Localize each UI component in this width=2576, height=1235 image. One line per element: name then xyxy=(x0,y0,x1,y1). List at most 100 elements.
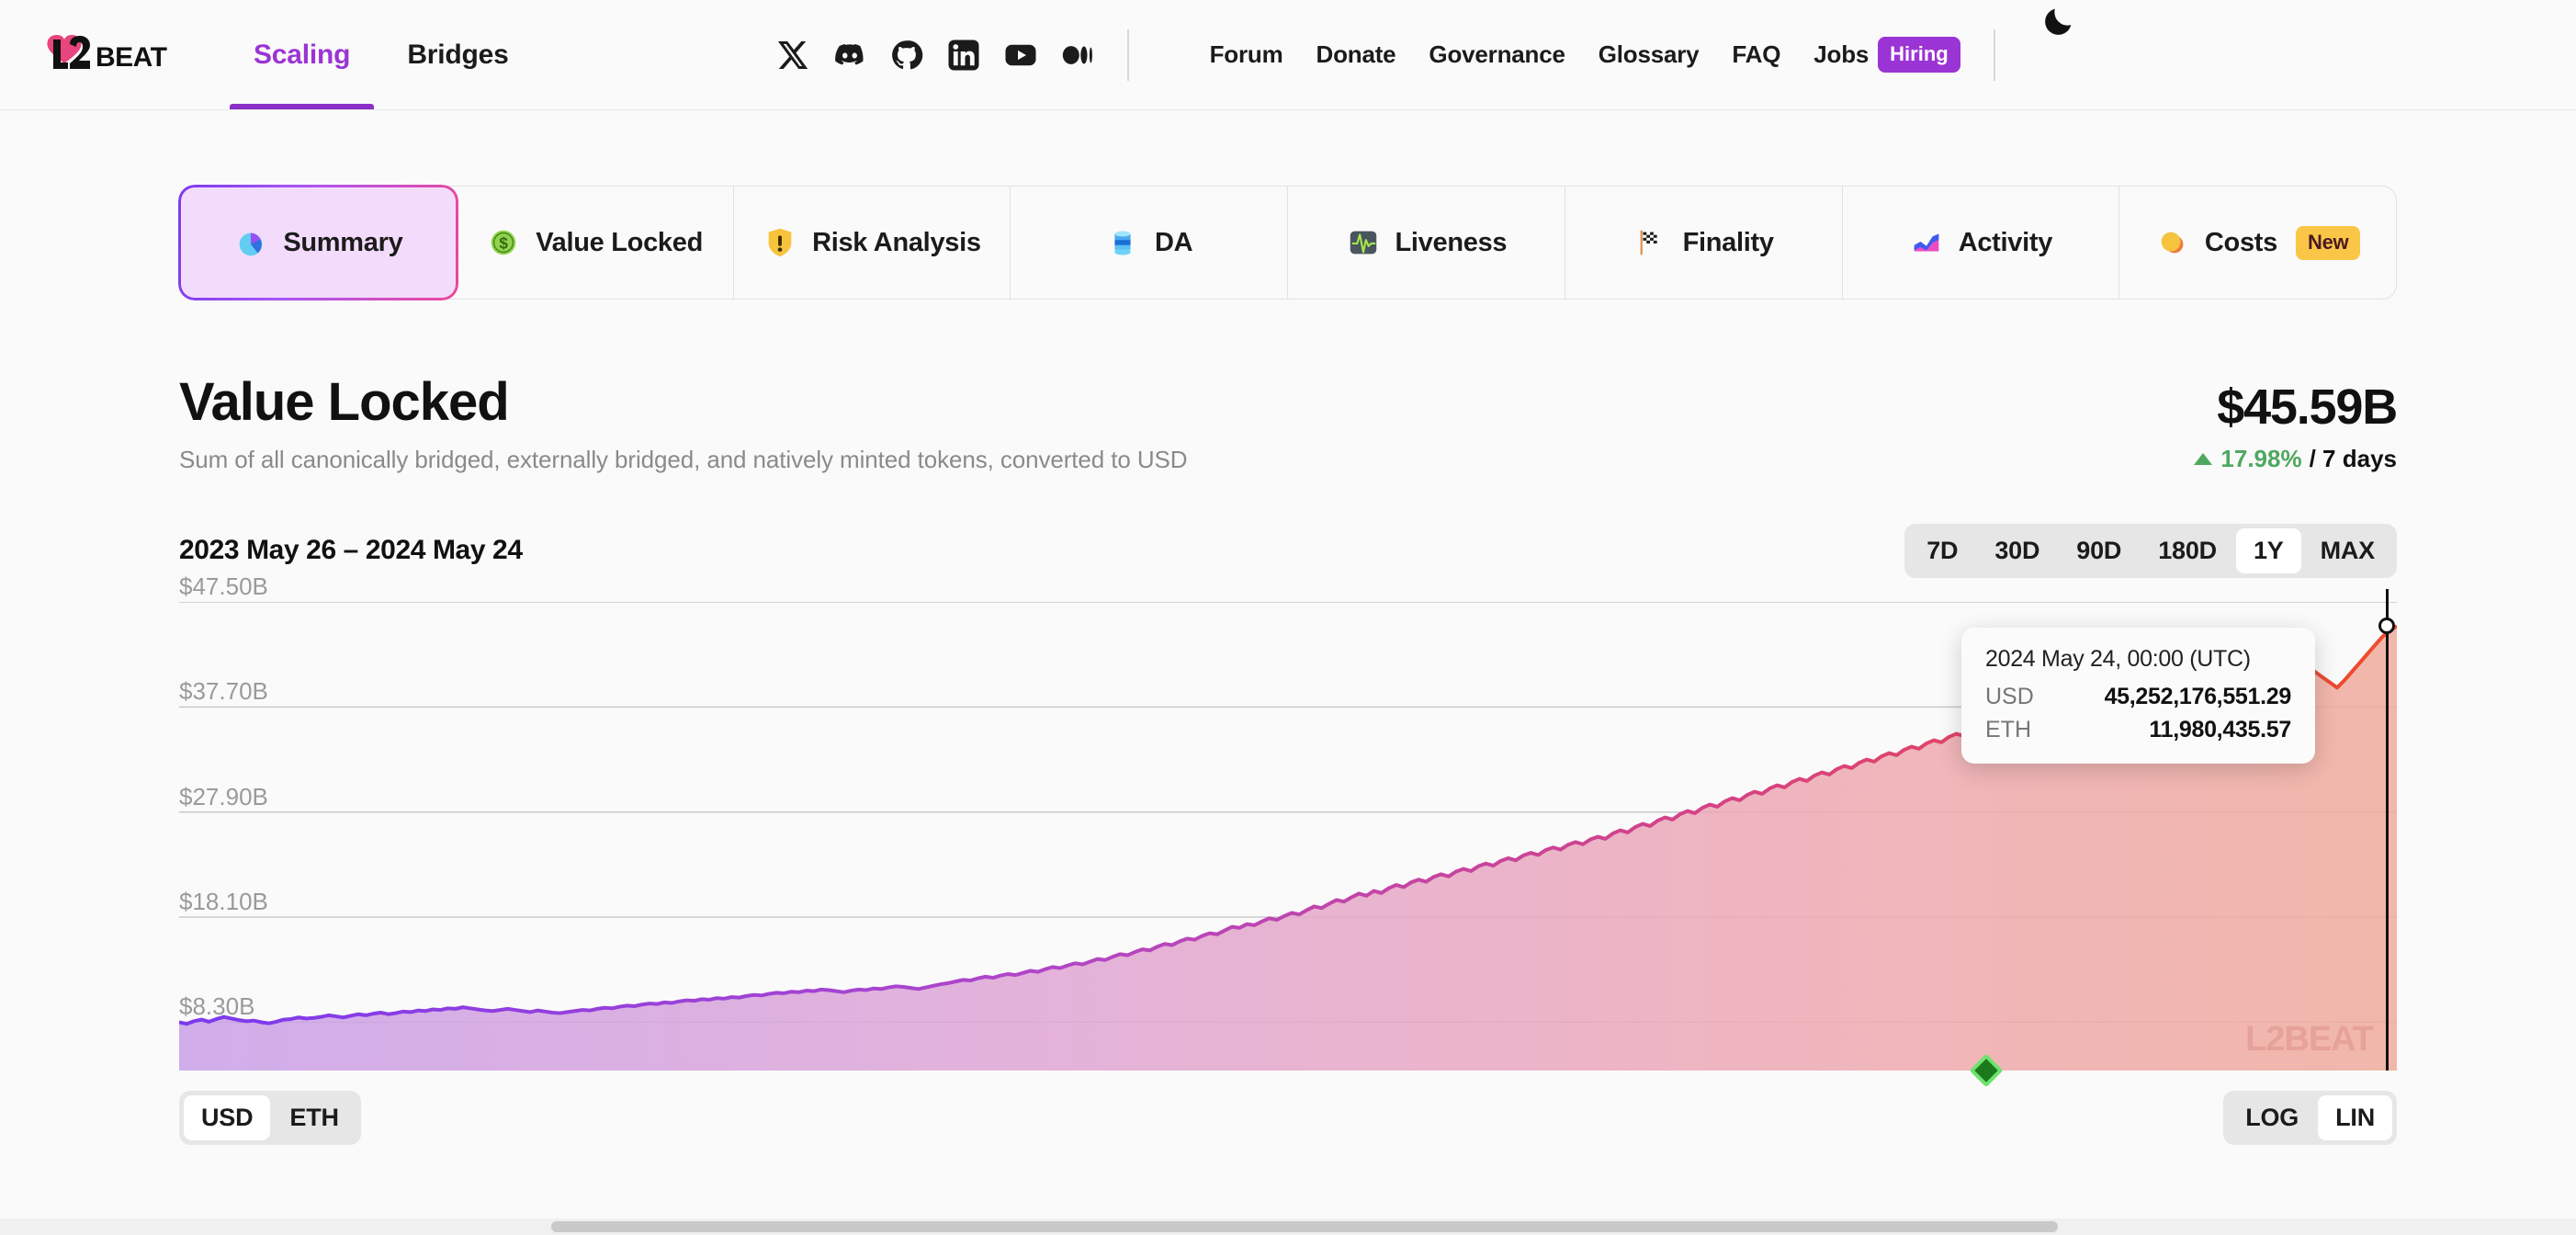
chart-cursor-point xyxy=(2378,618,2395,634)
change-period-label: / 7 days xyxy=(2310,445,2397,473)
tab-activity[interactable]: Activity xyxy=(1843,187,2120,299)
tooltip-row-eth: ETH 11,980,435.57 xyxy=(1985,717,2291,743)
svg-text:BEAT: BEAT xyxy=(96,42,167,73)
tab-da-label: DA xyxy=(1155,228,1192,258)
y-axis-label: $27.90B xyxy=(179,783,268,811)
tooltip-date: 2024 May 24, 00:00 (UTC) xyxy=(1985,646,2291,673)
unit-option-usd[interactable]: USD xyxy=(184,1095,270,1140)
tab-activity-label: Activity xyxy=(1959,228,2052,258)
scrollbar-thumb[interactable] xyxy=(551,1221,2058,1232)
nav-link-glossary[interactable]: Glossary xyxy=(1582,40,1716,69)
range-option-7d[interactable]: 7D xyxy=(1909,528,1975,573)
tab-costs-label: Costs xyxy=(2205,228,2277,258)
dollar-coin-icon: $ xyxy=(486,225,521,260)
hiring-badge[interactable]: Hiring xyxy=(1878,37,1960,73)
pulse-icon xyxy=(1346,225,1381,260)
chart-date-range: 2023 May 26 – 2024 May 24 xyxy=(179,535,523,566)
tooltip-eth-value: 11,980,435.57 xyxy=(2149,717,2291,743)
header-divider xyxy=(1127,29,1129,81)
social-links xyxy=(776,0,1094,109)
medium-icon[interactable] xyxy=(1061,39,1094,72)
tooltip-usd-label: USD xyxy=(1985,684,2034,710)
range-option-max[interactable]: MAX xyxy=(2303,528,2392,573)
unit-option-eth[interactable]: ETH xyxy=(272,1095,356,1140)
secondary-nav: Forum Donate Governance Glossary FAQ Job… xyxy=(1193,0,1960,109)
arrow-up-icon xyxy=(2194,453,2212,465)
value-change-row: 17.98% / 7 days xyxy=(2194,445,2397,473)
page-scrollbar[interactable] xyxy=(0,1218,2576,1235)
y-axis-label: $8.30B xyxy=(179,992,254,1021)
theme-toggle-button[interactable] xyxy=(2038,0,2080,42)
nav-tab-scaling-label: Scaling xyxy=(254,40,350,71)
page-content: Summary $ Value Locked Risk Analysis xyxy=(0,186,2576,1145)
scale-selector: LOG LIN xyxy=(2223,1091,2397,1145)
tab-liveness[interactable]: Liveness xyxy=(1288,187,1565,299)
logo[interactable]: BEAT xyxy=(44,0,182,109)
value-summary: $45.59B 17.98% / 7 days xyxy=(2194,375,2397,473)
header-divider-2 xyxy=(1994,29,1995,81)
nav-tab-scaling[interactable]: Scaling xyxy=(230,0,374,109)
nav-link-faq[interactable]: FAQ xyxy=(1715,40,1797,69)
nav-link-donate[interactable]: Donate xyxy=(1300,40,1413,69)
total-value: $45.59B xyxy=(2194,379,2397,436)
tab-costs[interactable]: Costs New xyxy=(2119,187,2396,299)
tab-risk-analysis[interactable]: Risk Analysis xyxy=(734,187,1011,299)
svg-text:$: $ xyxy=(500,235,509,253)
range-selector: 7D 30D 90D 180D 1Y MAX xyxy=(1904,524,2397,578)
tab-risk-analysis-label: Risk Analysis xyxy=(812,228,981,258)
chart-watermark: L2BEAT xyxy=(2245,1020,2373,1059)
range-option-1y[interactable]: 1Y xyxy=(2236,528,2301,573)
range-option-90d[interactable]: 90D xyxy=(2059,528,2139,573)
area-chart-icon xyxy=(1909,225,1944,260)
primary-nav: Scaling Bridges xyxy=(230,0,533,109)
tooltip-eth-label: ETH xyxy=(1985,717,2031,743)
y-axis-label: $37.70B xyxy=(179,677,268,706)
costs-new-badge: New xyxy=(2296,226,2360,260)
tab-value-locked[interactable]: $ Value Locked xyxy=(457,187,734,299)
scale-option-log[interactable]: LOG xyxy=(2228,1095,2316,1140)
page-subtitle: Sum of all canonically bridged, external… xyxy=(179,446,1187,474)
tooltip-usd-value: 45,252,176,551.29 xyxy=(2105,684,2291,710)
linkedin-icon[interactable] xyxy=(947,39,980,72)
database-icon xyxy=(1105,225,1140,260)
unit-selector: USD ETH xyxy=(179,1091,361,1145)
tab-summary-label: Summary xyxy=(283,228,402,258)
nav-link-forum[interactable]: Forum xyxy=(1193,40,1300,69)
warning-shield-icon xyxy=(763,225,797,260)
checkered-flag-icon xyxy=(1633,225,1668,260)
y-axis-label: $47.50B xyxy=(179,572,268,601)
tab-finality[interactable]: Finality xyxy=(1565,187,1843,299)
l2beat-logo-icon: BEAT xyxy=(44,29,182,81)
range-option-180d[interactable]: 180D xyxy=(2141,528,2234,573)
chart-tooltip: 2024 May 24, 00:00 (UTC) USD 45,252,176,… xyxy=(1961,628,2315,764)
title-block: Value Locked Sum of all canonically brid… xyxy=(179,375,1187,474)
nav-tab-bridges-label: Bridges xyxy=(407,40,508,71)
coins-icon xyxy=(2155,225,2190,260)
change-percentage: 17.98% xyxy=(2194,445,2301,473)
pie-chart-icon xyxy=(233,225,268,260)
chart-controls-row: 2023 May 26 – 2024 May 24 7D 30D 90D 180… xyxy=(179,524,2397,578)
section-tabbar: Summary $ Value Locked Risk Analysis xyxy=(179,186,2397,300)
tooltip-row-usd: USD 45,252,176,551.29 xyxy=(1985,684,2291,710)
scale-option-lin[interactable]: LIN xyxy=(2318,1095,2392,1140)
tab-finality-label: Finality xyxy=(1683,228,1774,258)
github-icon[interactable] xyxy=(890,39,923,72)
value-locked-chart[interactable]: 2024 May 24, 00:00 (UTC) USD 45,252,176,… xyxy=(179,602,2397,1071)
discord-icon[interactable] xyxy=(833,39,866,72)
site-header: BEAT Scaling Bridges Forum D xyxy=(0,0,2576,110)
range-option-30d[interactable]: 30D xyxy=(1977,528,2057,573)
tab-value-locked-label: Value Locked xyxy=(536,228,703,258)
tab-summary[interactable]: Summary xyxy=(180,187,457,299)
x-twitter-icon[interactable] xyxy=(776,39,809,72)
tab-da[interactable]: DA xyxy=(1011,187,1288,299)
change-percentage-label: 17.98% xyxy=(2220,445,2301,473)
nav-tab-bridges[interactable]: Bridges xyxy=(383,0,532,109)
page-header-row: Value Locked Sum of all canonically brid… xyxy=(179,375,2397,474)
page-title: Value Locked xyxy=(179,375,1187,431)
youtube-icon[interactable] xyxy=(1004,39,1037,72)
chart-footer-row: USD ETH LOG LIN xyxy=(179,1091,2397,1145)
nav-link-jobs[interactable]: Jobs xyxy=(1797,40,1885,69)
chart-cursor-line xyxy=(2386,589,2389,1071)
moon-icon xyxy=(2040,3,2077,40)
nav-link-governance[interactable]: Governance xyxy=(1412,40,1581,69)
